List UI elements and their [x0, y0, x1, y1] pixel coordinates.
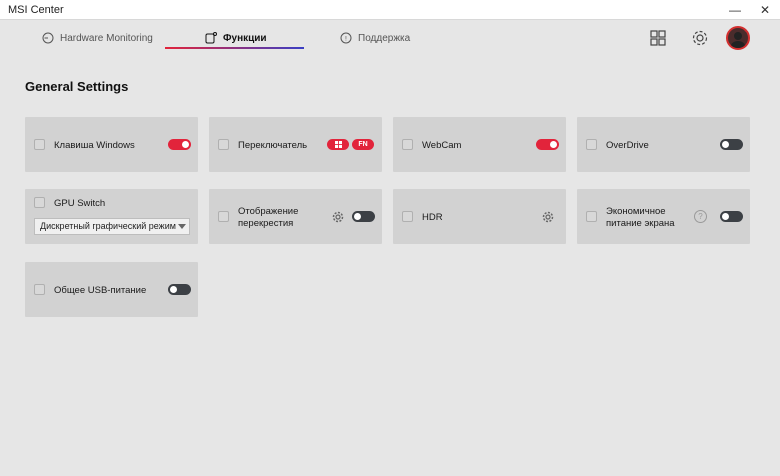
- svg-text:!: !: [345, 36, 347, 43]
- fn-key-pill-button[interactable]: FN: [352, 139, 374, 150]
- gpu-icon: [34, 197, 45, 208]
- chevron-down-icon: [178, 224, 186, 229]
- card-label-line2: перекрестия: [238, 218, 294, 229]
- features-icon: [205, 32, 217, 44]
- select-value: Дискретный графический режим: [40, 221, 176, 231]
- tab-hardware-monitoring[interactable]: Hardware Monitoring: [42, 27, 153, 49]
- card-gpu-switch: GPU Switch Дискретный графический режим: [25, 189, 198, 244]
- card-switch: Переключатель FN: [209, 117, 382, 172]
- windows-logo-icon: [334, 141, 342, 148]
- user-avatar[interactable]: [726, 26, 750, 50]
- webcam-icon: [402, 139, 413, 150]
- card-label: WebCam: [422, 140, 462, 151]
- window-titlebar: MSI Center — ✕: [0, 0, 780, 20]
- help-icon[interactable]: ?: [694, 210, 707, 223]
- tab-support[interactable]: ! Поддержка: [340, 27, 410, 49]
- card-overdrive: OverDrive: [577, 117, 750, 172]
- close-button[interactable]: ✕: [750, 0, 780, 20]
- eco-display-icon: [586, 211, 597, 222]
- gpu-mode-select[interactable]: Дискретный графический режим: [34, 218, 190, 235]
- usb-power-toggle[interactable]: [168, 284, 191, 295]
- windows-key-icon: [34, 139, 45, 150]
- overdrive-toggle[interactable]: [720, 139, 743, 150]
- card-label: GPU Switch: [54, 198, 106, 209]
- gauge-icon: [42, 32, 54, 44]
- crosshair-icon: [218, 211, 229, 222]
- card-crosshair: Отображение перекрестия: [209, 189, 382, 244]
- crosshair-settings-gear-icon[interactable]: [332, 211, 344, 223]
- card-usb-power: Общее USB-питание: [25, 262, 198, 317]
- hdr-icon: [402, 211, 413, 222]
- win-key-pill-button[interactable]: [327, 139, 349, 150]
- card-label-line2: питание экрана: [606, 218, 675, 229]
- switch-icon: [218, 139, 229, 150]
- card-label-line1: Экономичное: [606, 206, 666, 217]
- minimize-button[interactable]: —: [720, 0, 750, 20]
- overdrive-icon: [586, 139, 597, 150]
- card-windows-key: Клавиша Windows: [25, 117, 198, 172]
- card-hdr: HDR: [393, 189, 566, 244]
- tab-label: Функции: [223, 32, 267, 44]
- hdr-settings-gear-icon[interactable]: [542, 211, 554, 223]
- active-tab-indicator: [165, 47, 304, 49]
- card-label-line1: Отображение: [238, 206, 299, 217]
- card-label: OverDrive: [606, 140, 649, 151]
- card-label: Клавиша Windows: [54, 140, 135, 151]
- usb-power-icon: [34, 284, 45, 295]
- card-label: Переключатель: [238, 140, 308, 151]
- card-label: Общее USB-питание: [54, 285, 147, 296]
- page-title: General Settings: [25, 79, 129, 94]
- windows-key-toggle[interactable]: [168, 139, 191, 150]
- settings-gear-icon[interactable]: [688, 26, 712, 50]
- eco-display-toggle[interactable]: [720, 211, 743, 222]
- tab-label: Поддержка: [358, 32, 411, 44]
- card-eco-display: Экономичное питание экрана ?: [577, 189, 750, 244]
- webcam-toggle[interactable]: [536, 139, 559, 150]
- apps-grid-icon[interactable]: [646, 26, 670, 50]
- card-label: HDR: [422, 212, 443, 223]
- tab-label: Hardware Monitoring: [60, 32, 153, 44]
- card-webcam: WebCam: [393, 117, 566, 172]
- crosshair-toggle[interactable]: [352, 211, 375, 222]
- support-chat-icon: !: [340, 32, 352, 44]
- window-title: MSI Center: [8, 4, 64, 16]
- tab-features[interactable]: Функции: [205, 27, 267, 49]
